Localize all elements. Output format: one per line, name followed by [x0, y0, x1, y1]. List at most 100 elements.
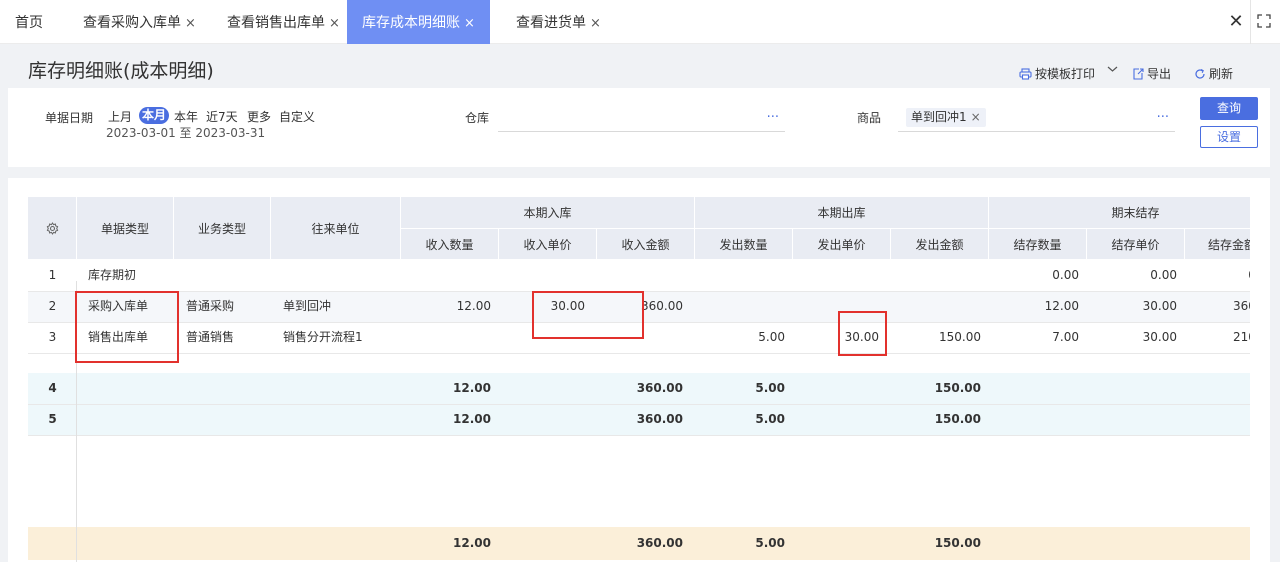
cell-end-amount: 210.00 — [1233, 330, 1250, 344]
close-all-tabs-icon[interactable]: ✕ — [1226, 12, 1246, 32]
print-options-dropdown[interactable] — [1107, 65, 1121, 73]
close-icon[interactable]: × — [329, 16, 340, 31]
header-biz-type: 业务类型 — [174, 197, 271, 260]
tab-bar: 首页 查看采购入库单 × 查看销售出库单 × 库存成本明细账 × 查看进货单 × ✕ — [0, 0, 1280, 44]
export-label: 导出 — [1147, 67, 1172, 81]
header-doc-type: 单据类型 — [77, 197, 174, 260]
date-option-this-year[interactable]: 本年 — [174, 108, 198, 125]
cell-in-amount: 360.00 — [641, 299, 683, 313]
date-option-last-month[interactable]: 上月 — [108, 108, 132, 125]
product-input[interactable]: 单到回冲1 × ··· — [898, 106, 1175, 132]
settings-button[interactable]: 设置 — [1200, 126, 1258, 148]
cell-out-qty: 5.00 — [755, 536, 785, 550]
row-divider — [28, 435, 1250, 436]
cell-partner: 销售分开流程1 — [283, 330, 363, 344]
cell-in-qty: 12.00 — [453, 536, 491, 550]
row-number: 2 — [48, 299, 57, 313]
cell-biz-type: 普通采购 — [186, 299, 235, 313]
printer-icon — [1019, 67, 1032, 80]
header-end-amount: 结存金额 — [1185, 229, 1250, 260]
header-out-amount: 发出金额 — [891, 229, 989, 260]
warehouse-input[interactable]: ··· — [498, 106, 785, 132]
tab-label: 查看采购入库单 — [83, 15, 181, 31]
header-out-qty: 发出数量 — [695, 229, 793, 260]
tab-purchase-order[interactable]: 查看进货单 × — [516, 0, 601, 44]
product-picker-icon[interactable]: ··· — [1157, 110, 1169, 125]
row-divider — [28, 353, 1250, 354]
date-range: 2023-03-01 至 2023-03-31 — [106, 126, 266, 140]
tab-label: 查看进货单 — [516, 15, 586, 31]
cell-doc-type: 库存期初 — [88, 268, 137, 282]
header-partner: 往来单位 — [271, 197, 401, 260]
cell-in-amount: 360.00 — [636, 536, 683, 550]
cell-end-price: 30.00 — [1142, 330, 1177, 344]
chevron-down-icon — [1107, 66, 1118, 72]
date-label: 单据日期 — [45, 111, 94, 125]
product-tag-label: 单到回冲1 — [911, 110, 967, 124]
cell-end-qty: 7.00 — [1052, 330, 1079, 344]
refresh-button[interactable]: 刷新 — [1194, 65, 1233, 82]
cell-out-amount: 150.00 — [934, 412, 981, 426]
divider — [1250, 0, 1251, 44]
date-option-custom[interactable]: 自定义 — [279, 108, 315, 125]
close-icon[interactable]: × — [971, 110, 981, 124]
date-option-last-7-days[interactable]: 近7天 — [206, 108, 238, 125]
cell-out-price: 30.00 — [844, 330, 879, 344]
filter-panel: 单据日期 上月 本月 本年 近7天 更多 自定义 2023-03-01 至 20… — [8, 88, 1270, 167]
close-icon[interactable]: × — [185, 16, 196, 31]
export-icon — [1133, 67, 1144, 80]
date-option-more[interactable]: 更多 — [247, 108, 271, 125]
header-in-amount: 收入金额 — [597, 229, 695, 260]
inventory-ledger-table: 单据类型 业务类型 往来单位 本期入库 本期出库 期末结存 收入数量 收入单价 … — [28, 197, 1250, 562]
cell-out-qty: 5.00 — [758, 330, 785, 344]
date-option-this-month[interactable]: 本月 — [139, 107, 170, 124]
header-in-price: 收入单价 — [499, 229, 597, 260]
cell-doc-type[interactable]: 销售出库单 — [88, 322, 148, 353]
close-icon[interactable]: × — [464, 16, 475, 31]
cell-end-price: 0.00 — [1150, 268, 1177, 282]
header-in-group: 本期入库 — [401, 197, 695, 229]
product-label: 商品 — [857, 111, 882, 125]
cell-end-amount: 360.00 — [1233, 299, 1250, 313]
cell-biz-type: 普通销售 — [186, 330, 235, 344]
cell-doc-type[interactable]: 采购入库单 — [88, 291, 148, 322]
tab-label: 查看销售出库单 — [227, 15, 325, 31]
export-button[interactable]: 导出 — [1132, 65, 1171, 82]
column-settings[interactable] — [28, 197, 77, 260]
row-number: 4 — [48, 381, 57, 395]
row-number: 1 — [48, 268, 57, 282]
cell-out-qty: 5.00 — [755, 381, 785, 395]
product-tag: 单到回冲1 × — [906, 108, 986, 127]
cell-in-price: 30.00 — [550, 299, 585, 313]
tab-label: 库存成本明细账 — [362, 15, 461, 31]
tab-purchase-receipt[interactable]: 查看采购入库单 × — [83, 0, 196, 44]
close-icon[interactable]: × — [590, 16, 601, 31]
header-in-qty: 收入数量 — [401, 229, 499, 260]
tab-sales-delivery[interactable]: 查看销售出库单 × — [227, 0, 340, 44]
cell-in-amount: 360.00 — [636, 412, 683, 426]
refresh-icon — [1195, 68, 1205, 79]
cell-out-amount: 150.00 — [939, 330, 981, 344]
warehouse-picker-icon[interactable]: ··· — [767, 110, 779, 125]
tab-inventory-cost-ledger[interactable]: 库存成本明细账 × — [347, 0, 490, 44]
grid-panel: 单据类型 业务类型 往来单位 本期入库 本期出库 期末结存 收入数量 收入单价 … — [8, 178, 1270, 562]
query-button[interactable]: 查询 — [1200, 97, 1258, 120]
print-label: 按模板打印 — [1035, 67, 1096, 81]
tab-home[interactable]: 首页 — [15, 0, 43, 44]
gear-icon — [46, 221, 58, 235]
tab-label: 首页 — [15, 15, 43, 31]
print-template-button[interactable]: 按模板打印 — [1019, 65, 1095, 82]
refresh-label: 刷新 — [1209, 67, 1234, 81]
row-number: 5 — [48, 412, 57, 426]
header-out-group: 本期出库 — [695, 197, 989, 229]
cell-end-qty: 0.00 — [1052, 268, 1079, 282]
row-number: 3 — [48, 330, 57, 344]
cell-out-amount: 150.00 — [934, 536, 981, 550]
header-out-price: 发出单价 — [793, 229, 891, 260]
cell-in-amount: 360.00 — [636, 381, 683, 395]
fullscreen-icon[interactable] — [1257, 14, 1271, 28]
cell-end-amount: 0.00 — [1185, 260, 1250, 291]
cell-in-qty: 12.00 — [456, 299, 491, 313]
cell-end-qty: 12.00 — [1044, 299, 1079, 313]
cell-partner: 单到回冲 — [283, 299, 332, 313]
